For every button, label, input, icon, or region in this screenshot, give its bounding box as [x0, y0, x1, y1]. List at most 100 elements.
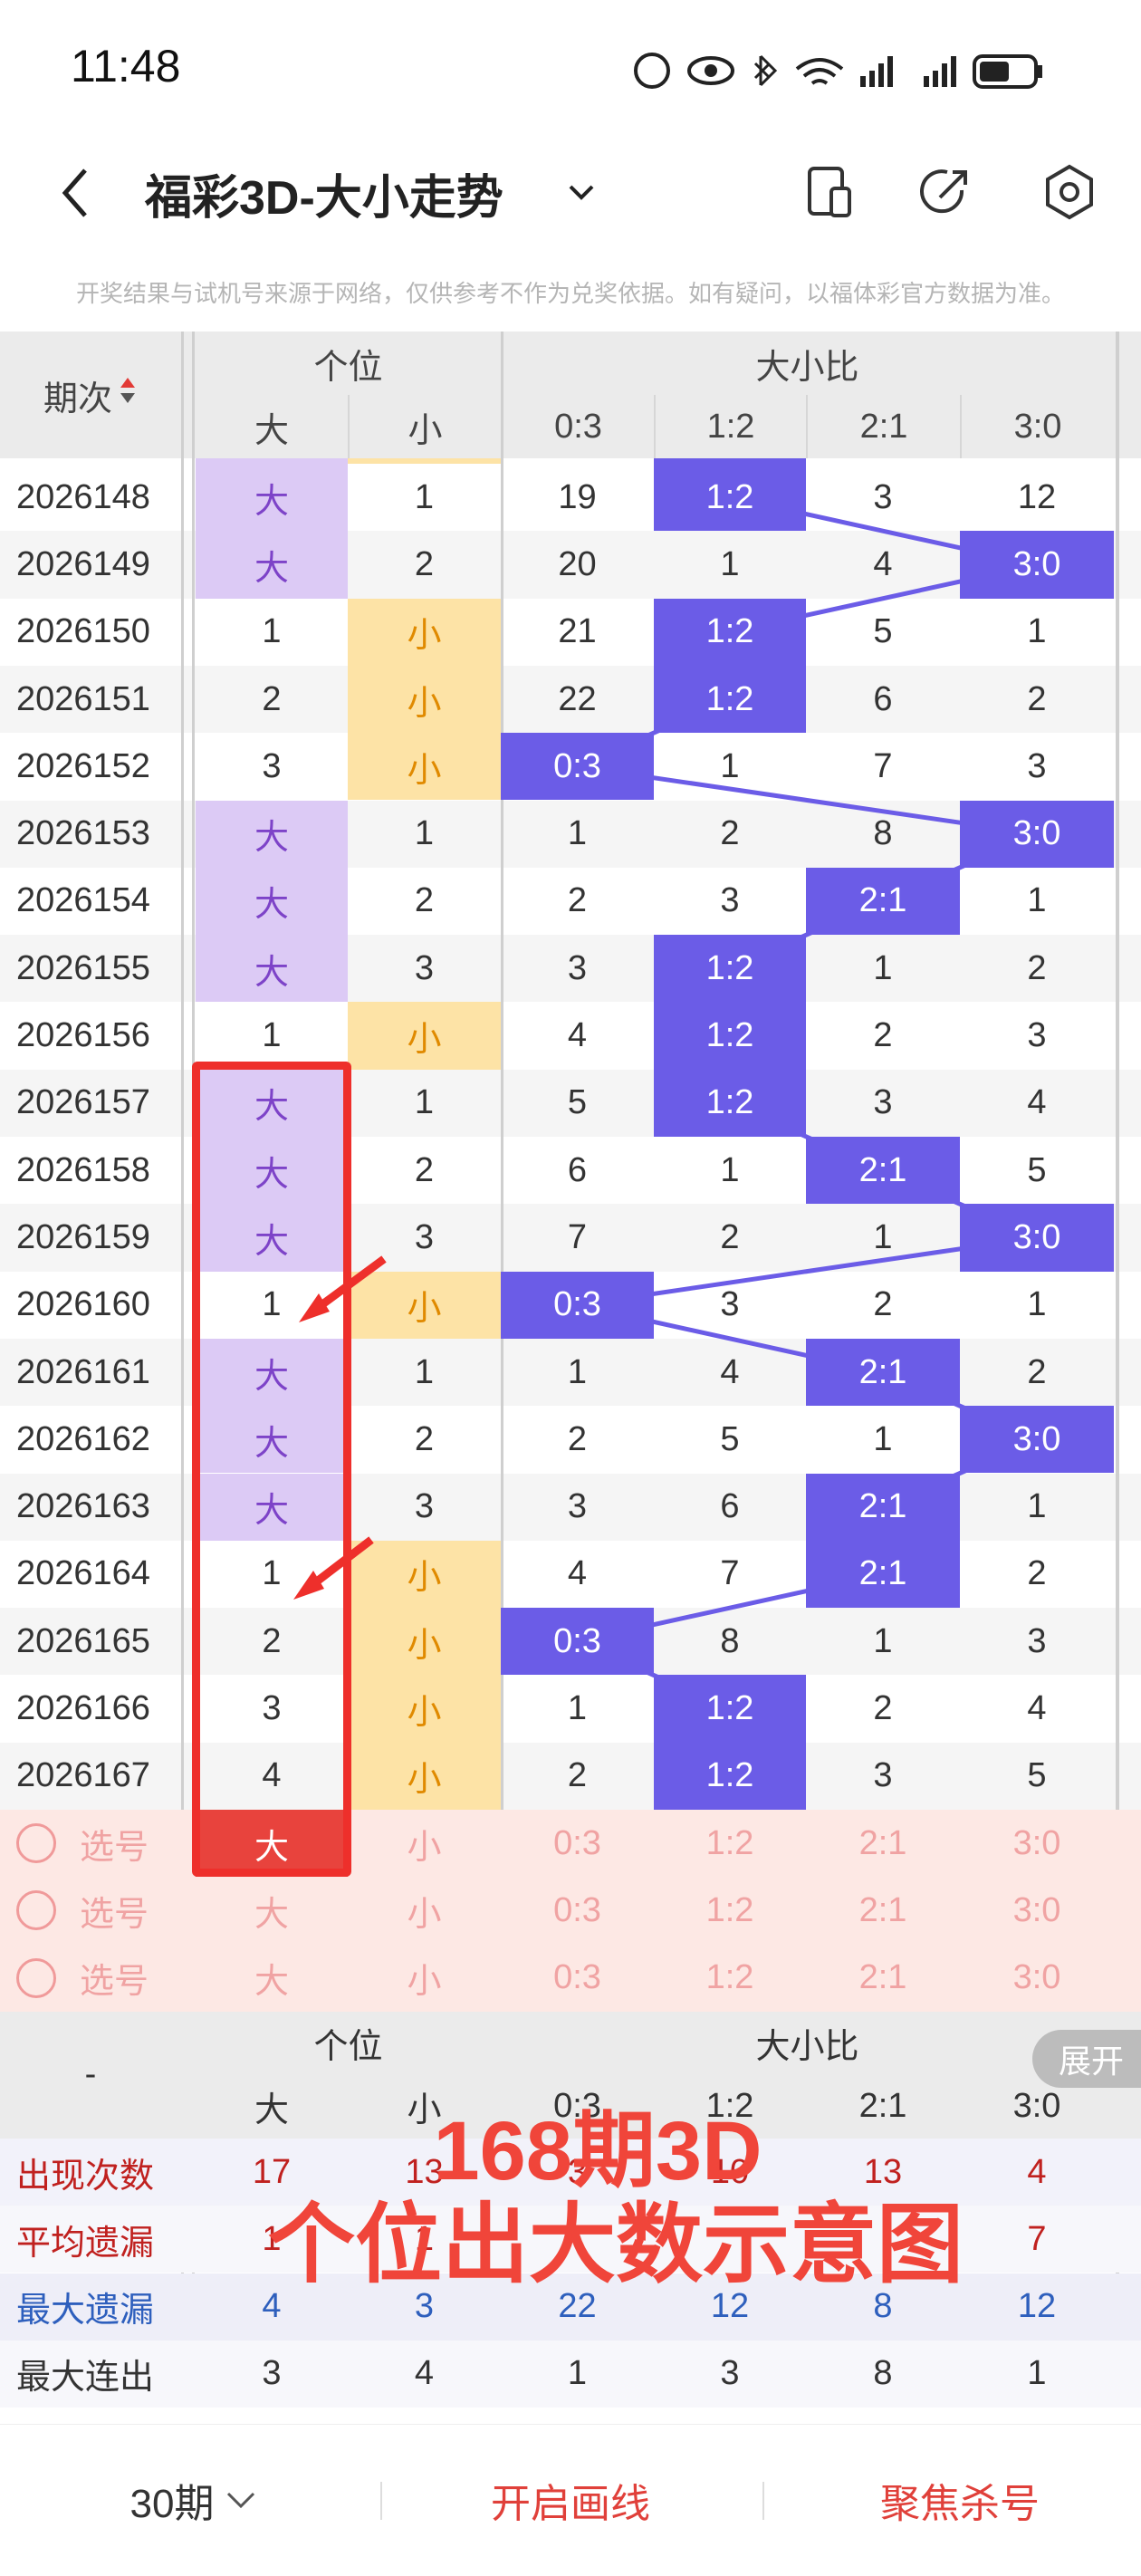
- table-cell: 3: [873, 477, 893, 516]
- pick-label[interactable]: 选号: [0, 1877, 181, 1944]
- radio-circle-icon[interactable]: [16, 1890, 56, 1931]
- table-cell: 21: [558, 612, 597, 651]
- pick-label[interactable]: 选号: [0, 1810, 181, 1877]
- table-cell: 2: [1027, 1352, 1047, 1391]
- pick-option[interactable]: 2:1: [806, 1877, 960, 1944]
- pick-option[interactable]: 大: [196, 1945, 348, 2012]
- table-cell: 3: [262, 746, 282, 785]
- big-hit-cell: 大: [196, 1137, 348, 1205]
- pick-option-selected[interactable]: 大: [196, 1810, 348, 1878]
- period-cell: 2026165: [16, 1621, 150, 1660]
- footer-group-ratio: 大小比: [755, 2028, 859, 2067]
- focus-kill-button[interactable]: 聚焦杀号: [815, 2450, 1105, 2550]
- draw-line-button[interactable]: 开启画线: [435, 2450, 706, 2550]
- radio-circle-icon[interactable]: [16, 1823, 56, 1864]
- table-cell: 3: [1027, 1016, 1047, 1055]
- stats-label: 平均遗漏: [16, 2224, 155, 2263]
- table-cell: 3: [414, 1487, 435, 1526]
- pick-option[interactable]: 0:3: [501, 1810, 654, 1877]
- pick-option[interactable]: 3:0: [960, 1810, 1114, 1877]
- pick-label[interactable]: 选号: [0, 1945, 181, 2012]
- table-cell: 2: [873, 1016, 893, 1055]
- pick-option[interactable]: 小: [348, 1945, 501, 2012]
- table-cell: 2: [1027, 1554, 1047, 1593]
- pick-option[interactable]: 3:0: [960, 1877, 1114, 1944]
- table-cell: 4: [873, 544, 893, 583]
- small-hit-cell: 小: [348, 1002, 501, 1070]
- pick-option[interactable]: 3:0: [960, 1945, 1114, 2012]
- small-hit-cell: 小: [348, 1271, 501, 1339]
- period-cell: 2026163: [16, 1487, 150, 1526]
- table-cell: 1: [1027, 1487, 1047, 1526]
- sub-header: 3:0: [960, 395, 1114, 458]
- bottom-divider: [380, 2482, 382, 2520]
- pick-option[interactable]: 0:3: [501, 1877, 654, 1944]
- table-cell: 1: [1027, 612, 1047, 651]
- ratio-hit-cell: 1:2: [654, 665, 806, 734]
- footer-sub-header: 大: [254, 2091, 289, 2130]
- chevron-down-icon: [227, 2492, 255, 2509]
- ratio-hit-cell: 1:2: [654, 1069, 806, 1137]
- table-cell: 1: [720, 544, 740, 583]
- pick-option[interactable]: 小: [348, 1877, 501, 1944]
- pick-option[interactable]: 2:1: [806, 1810, 960, 1877]
- period-cell: 2026149: [16, 544, 150, 583]
- table-cell: 4: [1027, 1689, 1047, 1728]
- small-hit-cell: 小: [348, 1540, 501, 1609]
- ratio-hit-cell: 1:2: [654, 464, 806, 532]
- big-hit-cell: 大: [196, 1338, 348, 1407]
- table-cell: 2: [567, 881, 588, 920]
- pick-option[interactable]: 1:2: [654, 1810, 806, 1877]
- table-cell: 1: [414, 814, 435, 853]
- table-cell: 3: [567, 1487, 588, 1526]
- radio-circle-icon[interactable]: [16, 1957, 56, 1998]
- share-button[interactable]: [916, 163, 974, 221]
- table-cell: 3: [1027, 746, 1047, 785]
- big-hit-cell: 大: [196, 935, 348, 1003]
- table-cell: 1: [414, 1352, 435, 1391]
- period-cell: 2026150: [16, 612, 150, 651]
- share-icon: [920, 169, 967, 214]
- ratio-hit-cell: 1:2: [654, 1742, 806, 1810]
- small-hit-cell: 小: [348, 598, 501, 666]
- period-cell: 2026153: [16, 814, 150, 853]
- pick-option[interactable]: 小: [348, 1810, 501, 1877]
- pick-option[interactable]: 1:2: [654, 1877, 806, 1944]
- group-header-ratio: 大小比: [755, 348, 859, 387]
- table-cell: 5: [1027, 1150, 1047, 1189]
- table-cell: 2: [873, 1285, 893, 1324]
- back-button[interactable]: [54, 161, 100, 225]
- sub-header: 0:3: [501, 395, 654, 458]
- table-cell: 4: [720, 1352, 740, 1391]
- table-cell: 4: [1027, 1083, 1047, 1122]
- table-cell: 2: [720, 1217, 740, 1256]
- pick-option[interactable]: 2:1: [806, 1945, 960, 2012]
- small-hit-cell: 小: [348, 1742, 501, 1810]
- sub-header: 小: [348, 395, 501, 458]
- pick-option[interactable]: 0:3: [501, 1945, 654, 2012]
- stats-value: 1: [1027, 2354, 1047, 2393]
- period-cell: 2026158: [16, 1150, 150, 1189]
- table-cell: 1: [873, 1621, 893, 1660]
- period-cell: 2026164: [16, 1554, 150, 1593]
- table-cell: 1: [262, 1285, 282, 1324]
- table-cell: 2: [567, 1419, 588, 1458]
- title-dropdown-button[interactable]: [563, 174, 599, 210]
- phone-button[interactable]: [802, 163, 857, 221]
- settings-button[interactable]: [1040, 161, 1099, 223]
- period-cell: 2026157: [16, 1083, 150, 1122]
- pick-option[interactable]: 大: [196, 1877, 348, 1944]
- big-hit-cell: 大: [196, 531, 348, 599]
- status-icons: [634, 43, 1069, 98]
- big-hit-cell: 大: [196, 1204, 348, 1272]
- sub-header: 1:2: [654, 395, 806, 458]
- app-root: 11:48 福彩3D-大小走势 开奖结果与试机号来源于网络，仅供参考不作为兑奖依…: [0, 0, 1141, 2576]
- settings-hex-icon: [1046, 164, 1093, 220]
- expand-button[interactable]: 展开: [1032, 2029, 1141, 2088]
- period-cell: 2026151: [16, 679, 150, 718]
- big-hit-cell: 大: [196, 464, 348, 532]
- period-cell: 2026166: [16, 1689, 150, 1728]
- period-header[interactable]: 期次: [0, 332, 181, 458]
- period-selector[interactable]: 30期: [100, 2450, 290, 2550]
- pick-option[interactable]: 1:2: [654, 1945, 806, 2012]
